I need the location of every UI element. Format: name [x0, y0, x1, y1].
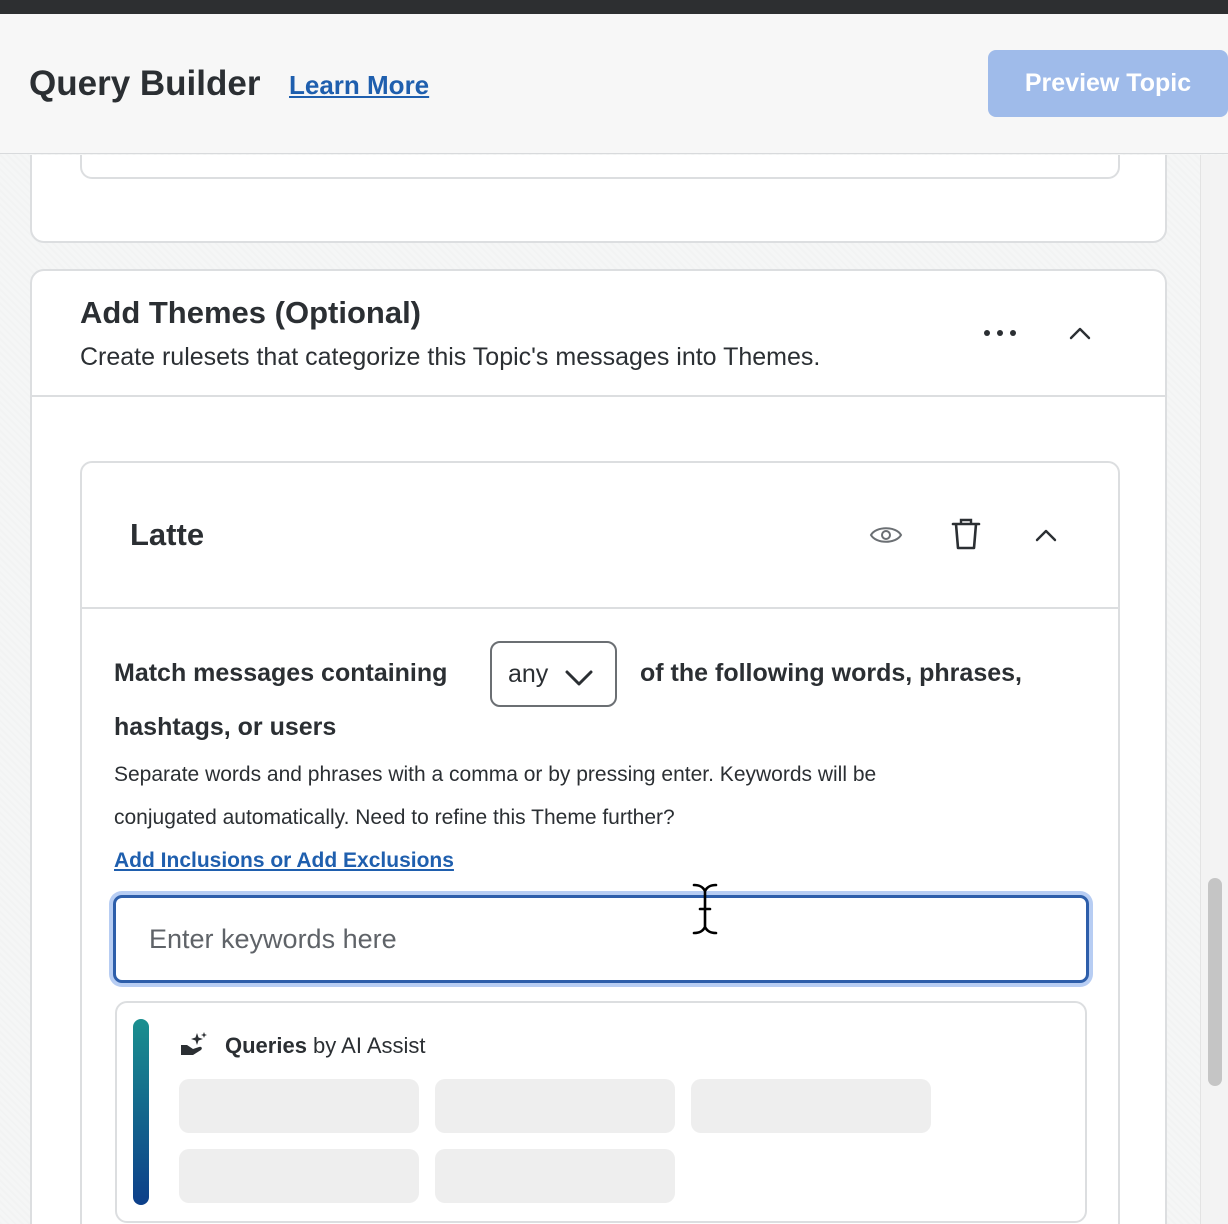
theme-card-latte: Latte Match messages containing any of t…	[80, 461, 1120, 1224]
add-inclusions-exclusions-link[interactable]: Add Inclusions or Add Exclusions	[114, 849, 454, 873]
query-skeleton	[179, 1079, 419, 1133]
previous-section-card	[30, 155, 1167, 243]
page-title: Query Builder	[29, 64, 261, 103]
query-skeleton	[179, 1149, 419, 1203]
preview-topic-button[interactable]: Preview Topic	[988, 50, 1228, 117]
add-themes-card: Add Themes (Optional) Create rulesets th…	[30, 269, 1167, 1224]
text-cursor-icon	[690, 882, 720, 941]
match-suffix-label: of the following words, phrases,	[640, 659, 1022, 687]
collapse-theme-chevron-up-icon[interactable]	[1026, 517, 1066, 553]
collapse-themes-chevron-up-icon[interactable]	[1058, 315, 1102, 351]
query-skeleton	[435, 1079, 675, 1133]
ai-assist-title-bold: Queries	[225, 1033, 307, 1058]
scrollbar-thumb[interactable]	[1208, 878, 1222, 1086]
page-header: Query Builder Learn More Preview Topic	[0, 14, 1228, 154]
eye-icon[interactable]	[866, 517, 906, 553]
ai-assist-title: Queries by AI Assist	[225, 1033, 426, 1059]
theme-name: Latte	[130, 517, 205, 552]
add-themes-title: Add Themes (Optional)	[80, 295, 421, 330]
ai-sparkle-hand-icon	[179, 1031, 207, 1062]
previous-section-inner-box	[80, 155, 1120, 179]
add-themes-subtitle: Create rulesets that categorize this Top…	[80, 343, 821, 371]
match-suffix-label-2: hashtags, or users	[114, 713, 337, 741]
help-text-line-1: Separate words and phrases with a comma …	[114, 763, 877, 786]
learn-more-link[interactable]: Learn More	[289, 70, 429, 101]
trash-icon[interactable]	[948, 515, 984, 553]
help-text-line-2: conjugated automatically. Need to refine…	[114, 806, 675, 829]
content-scroll-area[interactable]: Add Themes (Optional) Create rulesets th…	[0, 155, 1200, 1224]
query-skeleton	[435, 1149, 675, 1203]
query-skeleton	[691, 1079, 931, 1133]
match-mode-value: any	[508, 659, 549, 688]
theme-card-header: Latte	[82, 463, 1118, 609]
ai-assist-title-rest: by AI Assist	[306, 1033, 426, 1058]
more-options-icon[interactable]	[978, 315, 1022, 351]
add-themes-header: Add Themes (Optional) Create rulesets th…	[32, 271, 1165, 397]
keywords-input[interactable]	[113, 895, 1089, 983]
window-top-bar	[0, 0, 1228, 14]
match-mode-select[interactable]: any	[490, 641, 617, 707]
chevron-down-icon	[565, 665, 593, 694]
match-prefix-label: Match messages containing	[114, 659, 448, 687]
ai-assist-accent-bar	[133, 1019, 149, 1205]
ai-assist-panel: Queries by AI Assist	[115, 1001, 1087, 1223]
